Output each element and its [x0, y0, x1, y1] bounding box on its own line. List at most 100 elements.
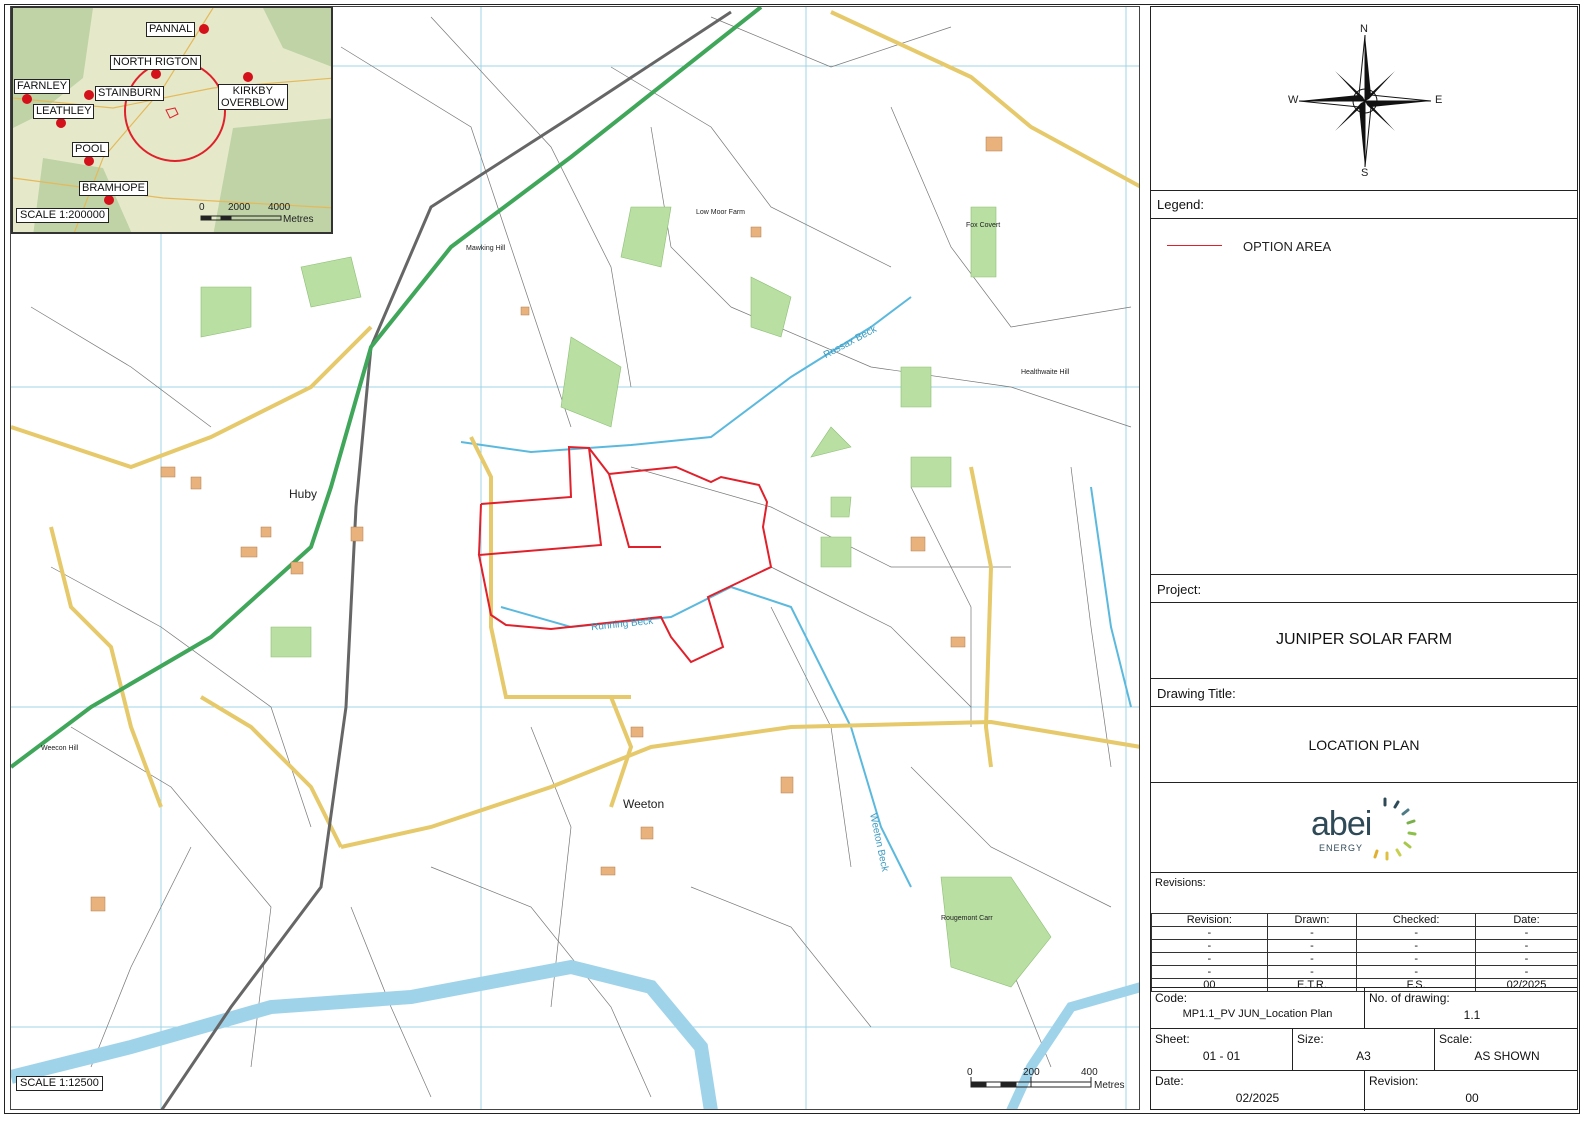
rev-cell: -: [1266, 939, 1358, 953]
legend-item-label: OPTION AREA: [1243, 239, 1332, 254]
buildings: [90, 136, 1003, 912]
label-low-moor-farm: Low Moor Farm: [696, 209, 746, 216]
compass-e: E: [1435, 94, 1443, 106]
drawing-number-label: No. of drawing:: [1369, 991, 1450, 1005]
rev-cell: -: [1266, 965, 1358, 979]
table-row: - - - -: [1151, 965, 1578, 979]
inset-graphics: [13, 8, 331, 232]
sheet-cell: Sheet: 01 - 01: [1151, 1029, 1293, 1070]
compass-section: N S E W: [1151, 7, 1577, 191]
inset-tick-4000: 4000: [268, 202, 291, 213]
revisions-label: Revisions:: [1155, 877, 1206, 889]
inset-town-pool: POOL: [72, 142, 109, 157]
inset-town-leathley: LEATHLEY: [33, 104, 95, 119]
table-row: - - - -: [1151, 939, 1578, 953]
sheet-label: Sheet:: [1155, 1032, 1190, 1046]
inset-tick-0: 0: [199, 202, 205, 213]
legend-header: Legend:: [1151, 191, 1577, 219]
drawing-number-value: 1.1: [1463, 1008, 1481, 1022]
rev-cell: -: [1475, 965, 1578, 979]
code-cell: Code: MP1.1_PV JUN_Location Plan: [1151, 988, 1365, 1028]
inset-town-pannal: PANNAL: [146, 22, 196, 37]
sheet-value: 01 - 01: [1202, 1049, 1241, 1063]
rev-cell: -: [1356, 939, 1477, 953]
project-header: Project:: [1151, 575, 1577, 603]
revision-value: 00: [1465, 1091, 1479, 1105]
drawing-title-body: LOCATION PLAN: [1151, 707, 1577, 783]
revision-label: Revision:: [1369, 1074, 1419, 1088]
option-area-boundary: [477, 445, 773, 664]
scalebar-tick-0: 0: [967, 1067, 973, 1078]
compass-n: N: [1360, 23, 1368, 35]
main-scalebar: [970, 1077, 1092, 1088]
label-fox-covert: Fox Covert: [966, 222, 1001, 229]
table-row: - - - -: [1151, 926, 1578, 940]
legend-body: OPTION AREA: [1151, 219, 1577, 575]
label-huby: Huby: [289, 487, 318, 501]
label-rougemont-carr: Rougemont Carr: [941, 915, 993, 922]
rev-header-revision: Revision:: [1151, 913, 1268, 927]
rev-cell: -: [1356, 965, 1477, 979]
rev-cell: -: [1266, 926, 1358, 940]
drawing-number-cell: No. of drawing: 1.1: [1365, 988, 1579, 1028]
rev-cell: -: [1151, 939, 1268, 953]
sheet-section: Sheet: 01 - 01 Size: A3 Scale: AS SHOWN: [1151, 1029, 1577, 1071]
rev-cell: -: [1266, 952, 1358, 966]
code-label: Code:: [1155, 991, 1188, 1005]
scalebar-tick-400: 400: [1081, 1067, 1098, 1078]
rev-cell: -: [1356, 952, 1477, 966]
project-name: JUNIPER SOLAR FARM: [1275, 631, 1453, 648]
size-value: A3: [1356, 1049, 1371, 1063]
drawing-title-header: Drawing Title:: [1151, 679, 1577, 707]
woodland-patches: [200, 206, 1052, 988]
code-value: MP1.1_PV JUN_Location Plan: [1182, 1008, 1333, 1020]
scalebar-unit: Metres: [1094, 1080, 1125, 1091]
label-weeton: Weeton: [623, 797, 665, 811]
code-section: Code: MP1.1_PV JUN_Location Plan No. of …: [1151, 987, 1577, 1029]
compass-s: S: [1361, 167, 1369, 179]
inset-town-north-rigton: NORTH RIGTON: [110, 55, 201, 70]
size-label: Size:: [1297, 1032, 1324, 1046]
project-label: Project:: [1157, 582, 1202, 597]
rev-header-drawn: Drawn:: [1266, 913, 1358, 927]
rev-cell: -: [1475, 952, 1578, 966]
table-row: - - - -: [1151, 952, 1578, 966]
revisions-header-row: Revision: Drawn: Checked: Date:: [1151, 913, 1578, 927]
rev-cell: -: [1475, 926, 1578, 940]
date-value: 02/2025: [1235, 1091, 1280, 1105]
scale-cell: Scale: AS SHOWN: [1435, 1029, 1579, 1070]
revision-cell: Revision: 00: [1365, 1071, 1579, 1111]
rev-header-date: Date:: [1475, 913, 1578, 927]
legend-swatch: [1167, 245, 1222, 246]
date-cell: Date: 02/2025: [1151, 1071, 1365, 1111]
inset-town-kirkby-overblow: KIRKBY OVERBLOW: [218, 84, 288, 110]
label-healthwaite-hill: Healthwaite Hill: [1021, 369, 1070, 376]
kirkby-line-2: OVERBLOW: [221, 97, 285, 109]
scale-label: Scale:: [1439, 1032, 1473, 1046]
scale-value: AS SHOWN: [1474, 1049, 1540, 1063]
inset-town-farnley: FARNLEY: [14, 79, 71, 94]
kirkby-line-1: KIRKBY: [232, 85, 273, 97]
rev-cell: -: [1356, 926, 1477, 940]
rev-header-checked: Checked:: [1356, 913, 1477, 927]
size-cell: Size: A3: [1293, 1029, 1435, 1070]
label-weecon-hill: Weecon Hill: [41, 745, 79, 752]
date-section: Date: 02/2025 Revision: 00: [1151, 1071, 1577, 1111]
logo-word: abei: [1311, 805, 1372, 843]
rev-cell: -: [1151, 952, 1268, 966]
legend-title: Legend:: [1157, 197, 1204, 212]
logo-sub: ENERGY: [1319, 843, 1364, 853]
inset-tick-2000: 2000: [228, 202, 251, 213]
rev-cell: -: [1475, 939, 1578, 953]
drawing-title-label: Drawing Title:: [1157, 686, 1236, 701]
logo-section: abei ENERGY: [1151, 783, 1577, 873]
compass-w: W: [1288, 94, 1299, 106]
rev-cell: -: [1151, 926, 1268, 940]
title-block: N S E W Legend: OPTION AREA Project: JUN…: [1150, 6, 1578, 1111]
label-mawking-hill: Mawking Hill: [466, 245, 506, 252]
date-label: Date:: [1155, 1074, 1184, 1088]
rev-cell: -: [1151, 965, 1268, 979]
drawing-title-value: LOCATION PLAN: [1308, 737, 1420, 753]
revisions-table: Revision: Drawn: Checked: Date: - - - - …: [1151, 913, 1578, 992]
project-body: JUNIPER SOLAR FARM: [1151, 603, 1577, 679]
